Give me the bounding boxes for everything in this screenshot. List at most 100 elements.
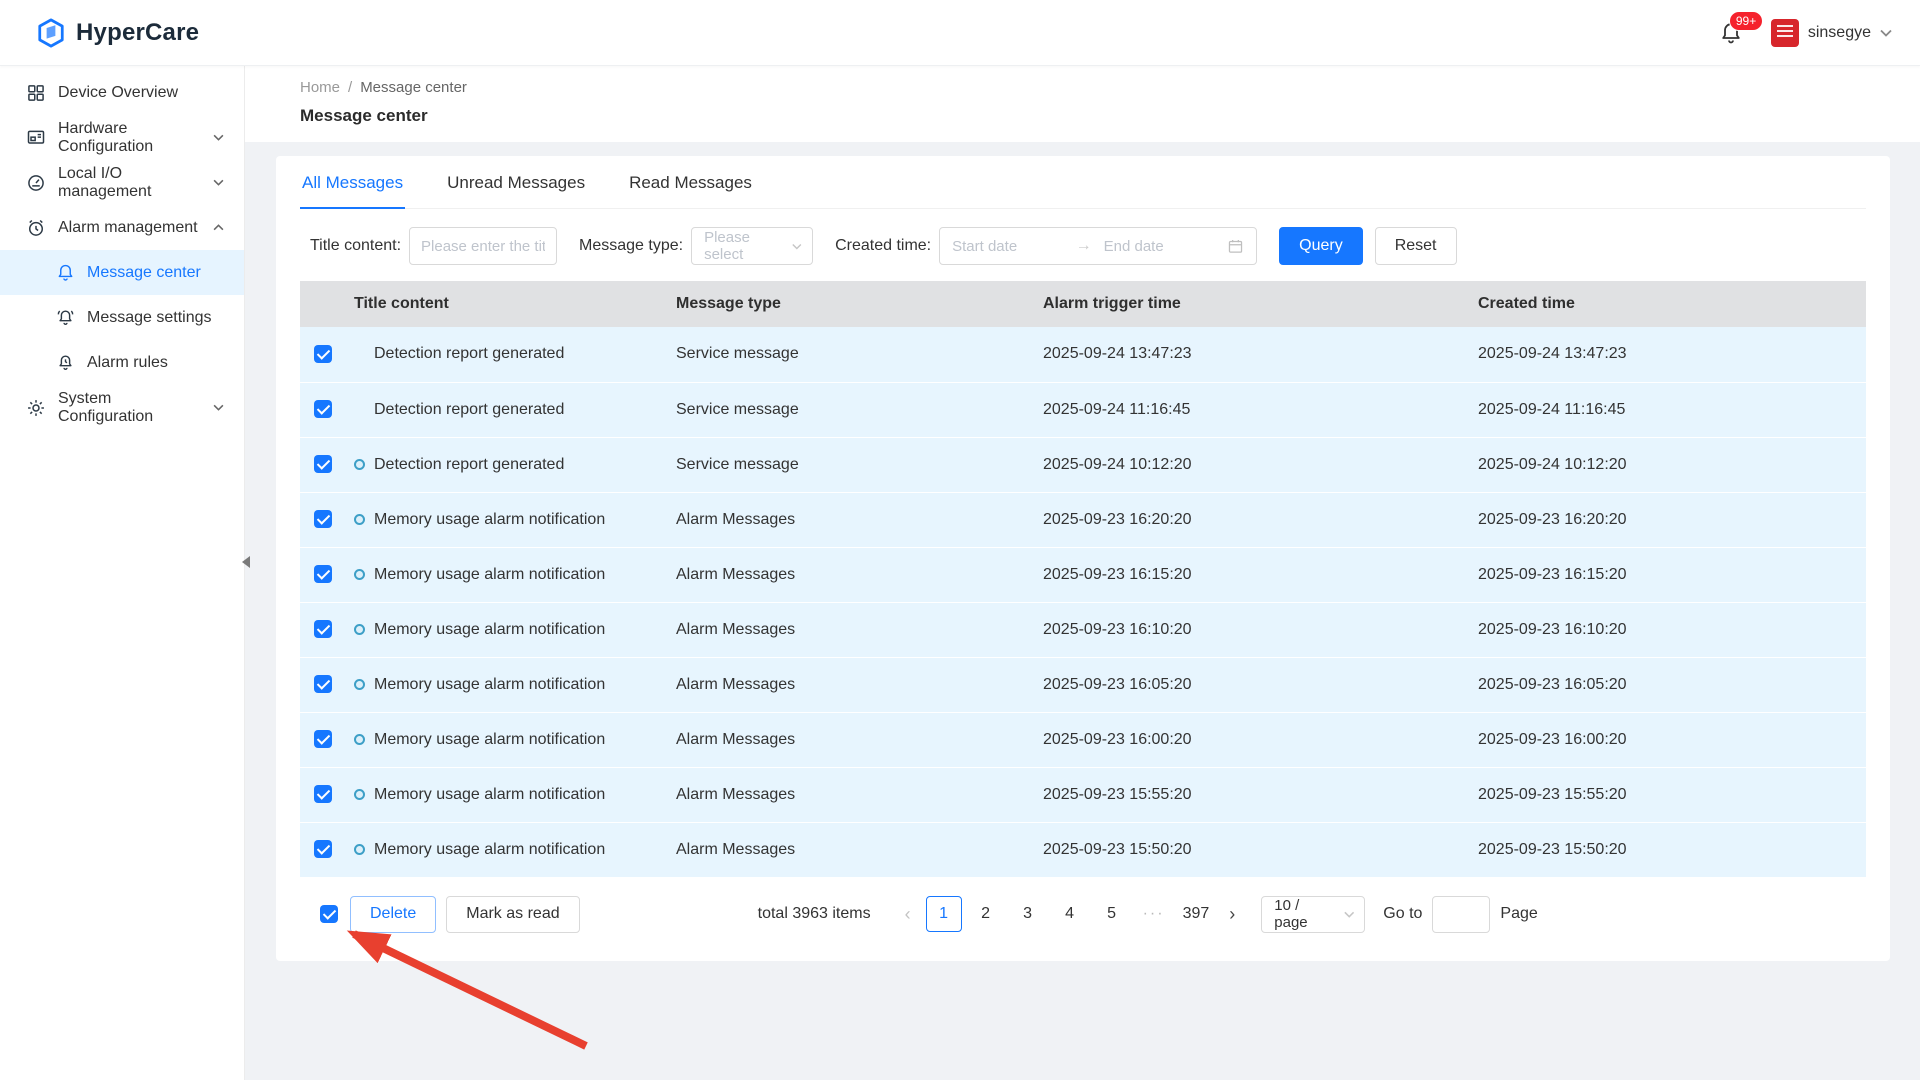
unread-dot: [354, 569, 365, 580]
table-row[interactable]: Memory usage alarm notificationAlarm Mes…: [300, 822, 1866, 877]
sidebar-item-system-configuration[interactable]: System Configuration: [0, 385, 244, 430]
row-checkbox[interactable]: [314, 565, 332, 583]
query-button[interactable]: Query: [1279, 227, 1363, 265]
logo-icon: [36, 18, 66, 48]
table-row[interactable]: Memory usage alarm notificationAlarm Mes…: [300, 492, 1866, 547]
row-title: Detection report generated: [374, 345, 564, 363]
table-row[interactable]: Detection report generatedService messag…: [300, 382, 1866, 437]
notification-badge: 99+: [1729, 11, 1763, 31]
tab-unread-messages[interactable]: Unread Messages: [445, 156, 587, 208]
row-alarm-trigger-time: 2025-09-23 16:15:20: [1035, 547, 1470, 602]
sidebar-item-message-settings[interactable]: Message settings: [0, 295, 244, 340]
row-message-type: Service message: [668, 437, 1035, 492]
created-time-range-picker[interactable]: Start date → End date: [939, 227, 1257, 265]
page-word: Page: [1500, 905, 1537, 923]
avatar: [1771, 19, 1799, 47]
pagination-prev[interactable]: ‹: [893, 904, 923, 925]
bell-settings-icon: [56, 308, 75, 327]
page-size-select[interactable]: 10 / page: [1261, 896, 1365, 933]
table-row[interactable]: Memory usage alarm notificationAlarm Mes…: [300, 547, 1866, 602]
page-header: Home / Message center Message center: [245, 66, 1920, 142]
breadcrumb-home[interactable]: Home: [300, 79, 340, 96]
select-all-checkbox[interactable]: [320, 905, 338, 923]
table-row[interactable]: Memory usage alarm notificationAlarm Mes…: [300, 712, 1866, 767]
row-created-time: 2025-09-23 16:20:20: [1470, 492, 1866, 547]
table-row[interactable]: Memory usage alarm notificationAlarm Mes…: [300, 602, 1866, 657]
app-logo[interactable]: HyperCare: [36, 18, 199, 48]
row-created-time: 2025-09-23 15:55:20: [1470, 767, 1866, 822]
chevron-down-icon: [213, 134, 224, 141]
reset-button[interactable]: Reset: [1375, 227, 1457, 265]
row-message-type: Alarm Messages: [668, 547, 1035, 602]
pagination-page-5[interactable]: 5: [1094, 896, 1130, 932]
header-actions: 99+ sinsegye: [1713, 15, 1892, 51]
row-alarm-trigger-time: 2025-09-23 16:20:20: [1035, 492, 1470, 547]
sidebar: Device Overview Hardware Configuration L…: [0, 66, 245, 1080]
alarm-rules-icon: [56, 353, 75, 372]
pagination-next[interactable]: ›: [1217, 904, 1247, 925]
sidebar-collapse-handle[interactable]: [239, 548, 253, 576]
row-alarm-trigger-time: 2025-09-24 13:47:23: [1035, 327, 1470, 382]
range-arrow-icon: →: [1076, 237, 1092, 255]
row-created-time: 2025-09-24 13:47:23: [1470, 327, 1866, 382]
delete-button[interactable]: Delete: [350, 896, 436, 933]
sidebar-item-label: Alarm management: [58, 219, 198, 237]
goto-page-input[interactable]: [1432, 896, 1490, 933]
row-checkbox[interactable]: [314, 730, 332, 748]
row-alarm-trigger-time: 2025-09-23 16:00:20: [1035, 712, 1470, 767]
row-checkbox[interactable]: [314, 675, 332, 693]
breadcrumb: Home / Message center: [300, 79, 1890, 96]
sidebar-item-hardware-configuration[interactable]: Hardware Configuration: [0, 115, 244, 160]
sidebar-item-device-overview[interactable]: Device Overview: [0, 70, 244, 115]
title-content-input[interactable]: [409, 227, 557, 265]
row-checkbox[interactable]: [314, 510, 332, 528]
sidebar-item-alarm-management[interactable]: Alarm management: [0, 205, 244, 250]
page-size-value: 10 / page: [1274, 897, 1334, 931]
unread-dot: [354, 734, 365, 745]
sidebar-item-local-io-management[interactable]: Local I/O management: [0, 160, 244, 205]
sidebar-item-alarm-rules[interactable]: Alarm rules: [0, 340, 244, 385]
row-checkbox[interactable]: [314, 840, 332, 858]
row-title: Detection report generated: [374, 401, 564, 419]
calendar-icon: [1227, 238, 1244, 255]
row-checkbox[interactable]: [314, 785, 332, 803]
pagination-page-1[interactable]: 1: [926, 896, 962, 932]
row-checkbox[interactable]: [314, 345, 332, 363]
table-row[interactable]: Detection report generatedService messag…: [300, 437, 1866, 492]
unread-dot: [354, 514, 365, 525]
row-created-time: 2025-09-24 10:12:20: [1470, 437, 1866, 492]
mark-as-read-button[interactable]: Mark as read: [446, 896, 579, 933]
pagination-page-397[interactable]: 397: [1178, 896, 1215, 932]
row-checkbox[interactable]: [314, 455, 332, 473]
gear-icon: [26, 398, 46, 418]
tab-all-messages[interactable]: All Messages: [300, 156, 405, 208]
message-type-select[interactable]: Please select: [691, 227, 813, 265]
app-title: HyperCare: [76, 19, 199, 47]
pagination-page-2[interactable]: 2: [968, 896, 1004, 932]
row-created-time: 2025-09-23 16:15:20: [1470, 547, 1866, 602]
chevron-up-icon: [213, 224, 224, 231]
row-alarm-trigger-time: 2025-09-24 11:16:45: [1035, 382, 1470, 437]
hardware-icon: [26, 128, 46, 148]
row-alarm-trigger-time: 2025-09-23 15:55:20: [1035, 767, 1470, 822]
row-checkbox[interactable]: [314, 620, 332, 638]
table-row[interactable]: Memory usage alarm notificationAlarm Mes…: [300, 767, 1866, 822]
table-row[interactable]: Detection report generatedService messag…: [300, 327, 1866, 382]
filter-bar: Title content: Message type: Please sele…: [310, 227, 1866, 265]
breadcrumb-current: Message center: [360, 79, 467, 96]
column-header-message-type: Message type: [668, 281, 1035, 327]
row-message-type: Alarm Messages: [668, 712, 1035, 767]
sidebar-item-message-center[interactable]: Message center: [0, 250, 244, 295]
page-title: Message center: [300, 106, 1890, 126]
tab-read-messages[interactable]: Read Messages: [627, 156, 754, 208]
sidebar-item-label: Device Overview: [58, 84, 178, 102]
pagination-page-3[interactable]: 3: [1010, 896, 1046, 932]
alarm-clock-icon: [26, 218, 46, 238]
pagination-ellipsis[interactable]: ···: [1136, 896, 1172, 932]
pagination-page-4[interactable]: 4: [1052, 896, 1088, 932]
notification-bell[interactable]: 99+: [1713, 15, 1749, 51]
table-row[interactable]: Memory usage alarm notificationAlarm Mes…: [300, 657, 1866, 712]
row-checkbox[interactable]: [314, 400, 332, 418]
user-menu[interactable]: sinsegye: [1771, 19, 1892, 47]
row-alarm-trigger-time: 2025-09-23 15:50:20: [1035, 822, 1470, 877]
